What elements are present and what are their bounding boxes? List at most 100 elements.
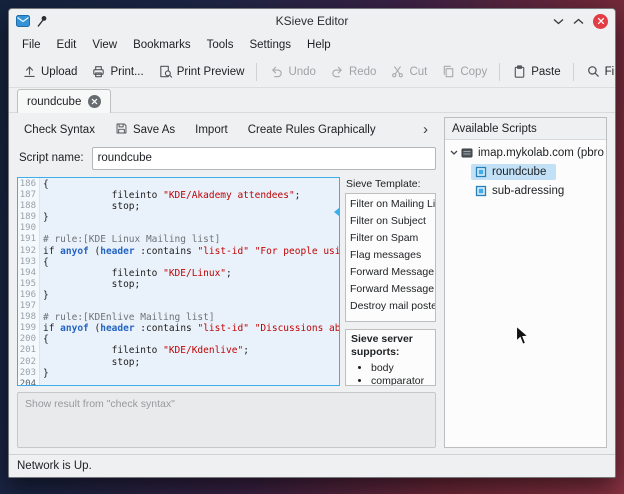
maximize-button[interactable] bbox=[573, 18, 584, 25]
line-number: 192 bbox=[20, 246, 36, 257]
server-supports-list: bodycomparator bbox=[351, 362, 430, 386]
code-line bbox=[43, 379, 339, 385]
syntax-result-placeholder: Show result from "check syntax" bbox=[25, 398, 175, 410]
print-preview-button[interactable]: Print Preview bbox=[152, 60, 251, 83]
code-token: ; bbox=[295, 190, 301, 201]
copy-icon bbox=[441, 64, 456, 79]
script-item-box[interactable]: roundcube bbox=[471, 164, 556, 180]
line-number: 191 bbox=[20, 234, 36, 245]
code-line bbox=[43, 223, 339, 234]
code-token: :contains bbox=[135, 246, 198, 257]
paste-button[interactable]: Paste bbox=[506, 60, 566, 83]
menu-settings[interactable]: Settings bbox=[241, 36, 299, 54]
action-button-label: Import bbox=[195, 124, 228, 136]
pin-icon[interactable] bbox=[36, 15, 48, 28]
save-as-button[interactable]: Save As bbox=[108, 118, 182, 142]
toolbar-button-label: Print... bbox=[110, 66, 143, 78]
line-number: 187 bbox=[20, 190, 36, 201]
copy-button[interactable]: Copy bbox=[435, 60, 493, 83]
supports-item: body bbox=[371, 362, 430, 375]
template-item[interactable]: Filter on Mailing List bbox=[346, 195, 435, 212]
supports-item: comparator bbox=[371, 375, 430, 386]
code-line bbox=[43, 301, 339, 312]
menu-view[interactable]: View bbox=[84, 36, 125, 54]
tabbar: roundcube bbox=[9, 88, 615, 113]
undo-icon bbox=[269, 64, 284, 79]
tab-label: roundcube bbox=[27, 96, 81, 108]
code-area[interactable]: { fileinto "KDE/Akademy attendees"; stop… bbox=[40, 178, 339, 385]
code-token: if bbox=[43, 323, 60, 334]
redo-button[interactable]: Redo bbox=[324, 60, 383, 83]
print-icon bbox=[91, 64, 106, 79]
create-rules-graphically-button[interactable]: Create Rules Graphically bbox=[241, 120, 383, 140]
code-line: { bbox=[43, 257, 339, 268]
check-syntax-button[interactable]: Check Syntax bbox=[17, 120, 102, 140]
find-button[interactable]: Find... bbox=[580, 60, 616, 83]
code-line: } bbox=[43, 212, 339, 223]
ksieve-editor-window: KSieve Editor FileEditViewBookmarksTools… bbox=[8, 8, 616, 478]
toolbar: Upload Print... Print Preview Undo Redo Cut Co… bbox=[9, 56, 615, 88]
menu-edit[interactable]: Edit bbox=[49, 36, 85, 54]
minimize-button[interactable] bbox=[553, 18, 564, 25]
code-token: } bbox=[43, 290, 49, 301]
available-scripts-panel: Available Scripts imap.mykolab.com (pbro… bbox=[444, 117, 607, 448]
import-button[interactable]: Import bbox=[188, 120, 235, 140]
template-item[interactable]: Forward Message bbox=[346, 263, 435, 280]
toolbar-separator bbox=[499, 63, 500, 81]
script-item-box[interactable]: sub-adressing bbox=[471, 183, 574, 199]
toolbar-button-label: Redo bbox=[349, 66, 377, 78]
script-name-input[interactable] bbox=[92, 147, 436, 170]
undo-button[interactable]: Undo bbox=[263, 60, 322, 83]
menu-file[interactable]: File bbox=[14, 36, 49, 54]
line-number: 198 bbox=[20, 312, 36, 323]
sieve-template-list: Filter on Mailing ListFilter on SubjectF… bbox=[345, 193, 436, 322]
cut-button[interactable]: Cut bbox=[384, 60, 433, 83]
code-token: header bbox=[100, 323, 134, 334]
script-item-roundcube[interactable]: roundcube bbox=[447, 162, 604, 181]
code-token: stop; bbox=[43, 357, 140, 368]
action-button-label: Check Syntax bbox=[24, 124, 95, 136]
script-item-sub-adressing[interactable]: sub-adressing bbox=[447, 181, 604, 200]
line-number: 197 bbox=[20, 301, 36, 312]
menubar: FileEditViewBookmarksToolsSettingsHelp bbox=[9, 33, 615, 56]
tree-server-row[interactable]: imap.mykolab.com (pbro bbox=[447, 143, 604, 162]
script-actions-bar: Check Syntax Save As Import Create Rules Gr… bbox=[17, 117, 436, 143]
line-number: 203 bbox=[20, 368, 36, 379]
save-as-icon bbox=[115, 122, 128, 138]
toolbar-button-label: Undo bbox=[288, 66, 316, 78]
more-actions-button[interactable]: › bbox=[415, 123, 436, 137]
template-item[interactable]: Filter on Subject bbox=[346, 212, 435, 229]
close-button[interactable] bbox=[593, 14, 608, 29]
template-item[interactable]: Flag messages bbox=[346, 246, 435, 263]
print-button[interactable]: Print... bbox=[85, 60, 149, 83]
code-line: # rule:[KDEnlive Mailing list] bbox=[43, 312, 339, 323]
menu-bookmarks[interactable]: Bookmarks bbox=[125, 36, 199, 54]
code-token: { bbox=[43, 257, 49, 268]
code-line: fileinto "KDE/Linux"; bbox=[43, 268, 339, 279]
template-item[interactable]: Filter on Spam bbox=[346, 229, 435, 246]
code-token: } bbox=[43, 368, 49, 379]
available-scripts-title: Available Scripts bbox=[445, 118, 606, 139]
code-line: # rule:[KDE Linux Mailing list] bbox=[43, 234, 339, 245]
upload-button[interactable]: Upload bbox=[16, 60, 83, 83]
code-token: ( bbox=[89, 246, 100, 257]
scripts-tree[interactable]: imap.mykolab.com (pbro roundcube sub-adre… bbox=[445, 139, 606, 447]
code-token: } bbox=[43, 212, 49, 223]
titlebar[interactable]: KSieve Editor bbox=[9, 9, 615, 33]
toolbar-button-label: Copy bbox=[460, 66, 487, 78]
code-token: "KDE/Linux" bbox=[163, 268, 226, 279]
code-line: if anyof (header :contains "list-id" "Fo… bbox=[43, 246, 339, 257]
toolbar-button-label: Print Preview bbox=[177, 66, 245, 78]
tab-roundcube[interactable]: roundcube bbox=[17, 89, 111, 113]
code-line: } bbox=[43, 368, 339, 379]
tab-close-icon[interactable] bbox=[88, 95, 101, 108]
code-token: header bbox=[100, 246, 134, 257]
code-editor[interactable]: 1861871881891901911921931941951961971981… bbox=[17, 177, 340, 386]
template-item[interactable]: Forward Message and add copy bbox=[346, 280, 435, 297]
chevron-down-icon[interactable] bbox=[447, 150, 461, 155]
line-number: 200 bbox=[20, 334, 36, 345]
template-item[interactable]: Destroy mail posted by bbox=[346, 297, 435, 314]
menu-help[interactable]: Help bbox=[299, 36, 339, 54]
menu-tools[interactable]: Tools bbox=[199, 36, 242, 54]
code-token: :contains bbox=[135, 323, 198, 334]
